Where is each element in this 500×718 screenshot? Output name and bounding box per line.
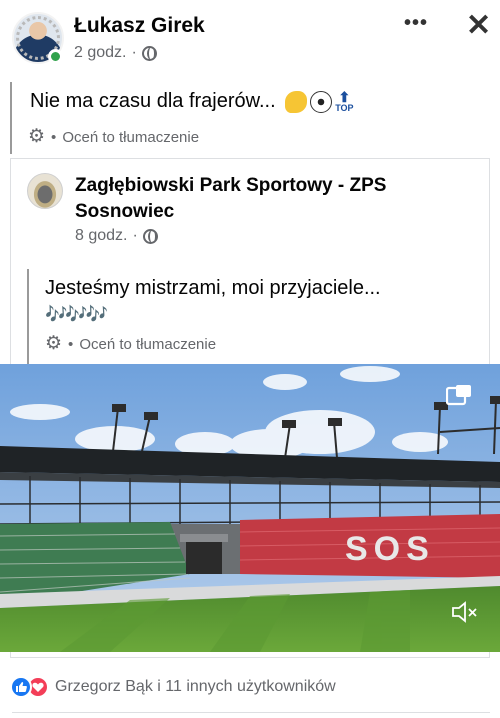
emoji-row: ⬆ TOP [285,88,354,113]
divider [12,712,490,713]
meta-separator: · [132,227,138,244]
like-icon [10,676,32,698]
reactions-text[interactable]: Grzegorz Bąk i 11 innych użytkowników [55,678,336,696]
more-options-icon[interactable]: ••• [404,12,428,35]
stadium-video-frame: SOS [0,364,500,652]
reactions-summary[interactable]: Grzegorz Bąk i 11 innych użytkowników [10,676,336,698]
close-icon[interactable]: ✕ [466,8,491,43]
bullet-separator: • [68,335,74,353]
musical-notes-icon: 🎶🎶🎶 [45,304,108,324]
meta-separator: · [131,44,137,61]
post-meta: 2 godz. · [74,44,157,62]
post-body: Nie ma czasu dla frajerów... ⬆ TOP ⚙ • Oc… [10,82,490,154]
shared-post-time[interactable]: 8 godz. [75,227,127,245]
bullet-separator: • [51,128,57,146]
soccer-ball-icon [310,90,333,113]
author-name[interactable]: Łukasz Girek [74,14,205,38]
translation-rating[interactable]: ⚙ • Oceń to tłumaczenie [28,126,199,147]
shared-translation-rating[interactable]: ⚙ • Oceń to tłumaczenie [45,333,216,354]
post-header: Łukasz Girek 2 godz. · ••• ✕ [0,0,500,80]
muted-speaker-icon[interactable] [450,600,480,624]
globe-icon [141,45,157,61]
post-text-line: Nie ma czasu dla frajerów... ⬆ TOP [30,90,354,113]
gear-icon: ⚙ [28,126,46,147]
rate-translation-link[interactable]: Oceń to tłumaczenie [79,336,216,353]
post-time[interactable]: 2 godz. [74,44,126,62]
stadium-video[interactable]: SOS [0,364,500,652]
shared-text-block: Jesteśmy mistrzami, moi przyjaciele... 🎶… [45,275,381,327]
shared-page-name[interactable]: Zagłębiowski Park Sportowy - ZPS Sosnowi… [75,173,475,225]
picture-in-picture-icon[interactable] [446,384,472,408]
stadium-seat-letters: SOS [345,530,435,568]
shared-post-text: Jesteśmy mistrzami, moi przyjaciele... [45,277,381,299]
online-status-indicator [48,49,63,64]
top-arrow-icon: ⬆ TOP [335,88,354,113]
shared-post-body: Jesteśmy mistrzami, moi przyjaciele... 🎶… [27,269,489,365]
shared-post-meta: 8 godz. · [75,227,158,245]
gear-icon: ⚙ [45,333,63,354]
top-label: TOP [335,102,354,113]
post-text: Nie ma czasu dla frajerów... [30,90,276,112]
globe-icon [142,228,158,244]
page-avatar[interactable] [27,173,63,209]
flexed-biceps-icon [285,90,308,113]
rate-translation-link[interactable]: Oceń to tłumaczenie [62,129,199,146]
